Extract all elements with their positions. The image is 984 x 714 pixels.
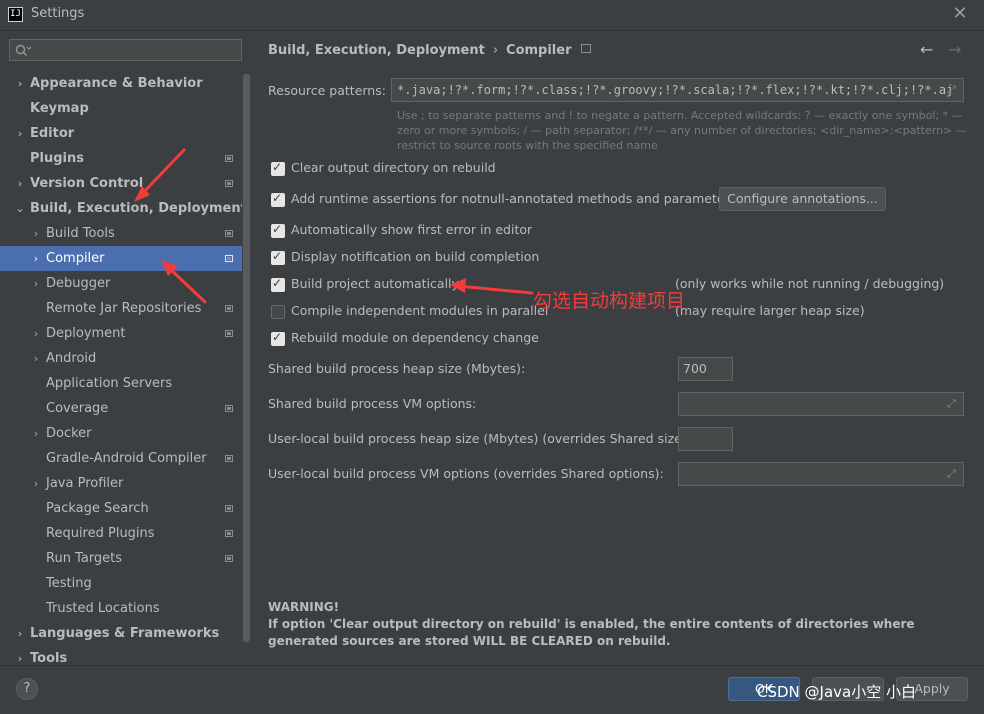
show-first-error-checkbox[interactable]	[271, 222, 285, 238]
compiler-settings-panel: Build, Execution, Deployment › Compiler ← …	[251, 31, 984, 665]
sidebar-item-version-control[interactable]: › Version Control	[0, 171, 242, 196]
rebuild-on-dependency-checkbox[interactable]	[271, 330, 285, 346]
sidebar-item-compiler[interactable]: › Compiler	[0, 246, 242, 271]
chevron-right-icon: ›	[33, 252, 39, 265]
sidebar-item-build-tools[interactable]: › Build Tools	[0, 221, 242, 246]
configure-annotations-button[interactable]: Configure annotations...	[719, 187, 886, 211]
breadcrumb: Build, Execution, Deployment › Compiler	[268, 43, 591, 58]
sidebar-item-debugger[interactable]: › Debugger	[0, 271, 242, 296]
warning-message: WARNING! If option 'Clear output directo…	[268, 599, 958, 650]
window-title: Settings	[31, 6, 85, 21]
compile-parallel-note: (may require larger heap size)	[675, 303, 865, 318]
intellij-app-icon: IJ	[8, 7, 23, 22]
settings-search-input[interactable]	[9, 39, 242, 61]
shared-vm-options-input[interactable]: ⤢	[678, 392, 964, 416]
chevron-right-icon: ›	[33, 327, 39, 340]
chevron-right-icon: ›	[33, 277, 39, 290]
sidebar-item-docker[interactable]: › Docker	[0, 421, 242, 446]
sidebar-item-editor[interactable]: › Editor	[0, 121, 242, 146]
sidebar-item-tools[interactable]: › Tools	[0, 646, 242, 665]
resource-patterns-input[interactable]: *.java;!?*.form;!?*.class;!?*.groovy;!?*…	[391, 78, 964, 102]
resource-patterns-hint: Use ; to separate patterns and ! to nega…	[397, 109, 967, 152]
chevron-right-icon: ›	[33, 427, 39, 440]
shared-heap-label: Shared build process heap size (Mbytes):	[268, 361, 526, 376]
project-settings-icon	[225, 505, 233, 512]
sidebar-item-deployment[interactable]: › Deployment	[0, 321, 242, 346]
sidebar-item-languages-frameworks[interactable]: › Languages & Frameworks	[0, 621, 242, 646]
settings-sidebar: › Appearance & Behavior Keymap › Editor …	[0, 31, 250, 665]
forward-arrow-icon[interactable]: →	[948, 40, 961, 59]
help-button[interactable]: ?	[16, 678, 38, 700]
warning-title: WARNING!	[268, 600, 340, 614]
compile-parallel-checkbox[interactable]	[271, 305, 285, 319]
chevron-right-icon: ›	[17, 127, 23, 140]
project-settings-icon	[225, 255, 233, 262]
build-automatically-note: (only works while not running / debuggin…	[675, 276, 945, 291]
project-settings-icon	[225, 405, 233, 412]
sidebar-item-package-search[interactable]: Package Search	[0, 496, 242, 521]
warning-text: If option 'Clear output directory on reb…	[268, 617, 915, 648]
chevron-right-icon: ›	[33, 477, 39, 490]
chevron-right-icon: ›	[17, 77, 23, 90]
sidebar-item-android[interactable]: › Android	[0, 346, 242, 371]
breadcrumb-parent: Build, Execution, Deployment	[268, 43, 485, 58]
user-local-vm-options-input[interactable]: ⤢	[678, 462, 964, 486]
sidebar-item-required-plugins[interactable]: Required Plugins	[0, 521, 242, 546]
csdn-watermark: CSDN @Java小空 小白	[757, 683, 916, 701]
expand-icon[interactable]: ⤢	[947, 468, 959, 480]
shared-heap-input[interactable]: 700	[678, 357, 733, 381]
annotation-text: 勾选自动构建项目	[533, 290, 686, 312]
user-local-heap-label: User-local build process heap size (Mbyt…	[268, 431, 691, 446]
chevron-right-icon: ›	[17, 627, 23, 640]
title-bar: IJ Settings ✕	[0, 0, 984, 31]
project-settings-icon	[225, 455, 233, 462]
breadcrumb-separator: ›	[492, 43, 499, 58]
user-local-heap-input[interactable]	[678, 427, 733, 451]
project-settings-icon	[580, 44, 591, 53]
search-icon	[15, 44, 31, 56]
project-settings-icon	[225, 305, 233, 312]
sidebar-item-application-servers[interactable]: Application Servers	[0, 371, 242, 396]
sidebar-item-build-execution-deployment[interactable]: ⌄ Build, Execution, Deployment	[0, 196, 246, 221]
dialog-footer: ? OK Apply CSDN @Java小空 小白	[0, 665, 984, 714]
user-local-vm-options-label: User-local build process VM options (ove…	[268, 466, 664, 481]
resource-patterns-label: Resource patterns:	[268, 83, 386, 98]
breadcrumb-current: Compiler	[506, 43, 572, 58]
project-settings-icon	[225, 180, 233, 187]
sidebar-item-appearance-behavior[interactable]: › Appearance & Behavior	[0, 71, 242, 96]
sidebar-item-trusted-locations[interactable]: Trusted Locations	[0, 596, 242, 621]
project-settings-icon	[225, 555, 233, 562]
chevron-right-icon: ›	[33, 227, 39, 240]
sidebar-item-keymap[interactable]: Keymap	[0, 96, 242, 121]
sidebar-item-java-profiler[interactable]: › Java Profiler	[0, 471, 242, 496]
resource-patterns-value: *.java;!?*.form;!?*.class;!?*.groovy;!?*…	[397, 83, 954, 97]
clear-output-checkbox[interactable]	[271, 160, 285, 176]
sidebar-scrollbar-thumb[interactable]	[243, 74, 250, 642]
project-settings-icon	[225, 330, 233, 337]
build-automatically-checkbox[interactable]	[271, 276, 285, 292]
sidebar-item-remote-jar-repositories[interactable]: Remote Jar Repositories	[0, 296, 242, 321]
close-icon[interactable]: ✕	[948, 2, 972, 26]
sidebar-item-testing[interactable]: Testing	[0, 571, 242, 596]
project-settings-icon	[225, 155, 233, 162]
project-settings-icon	[225, 530, 233, 537]
sidebar-item-gradle-android-compiler[interactable]: Gradle-Android Compiler	[0, 446, 242, 471]
chevron-right-icon: ›	[17, 177, 23, 190]
sidebar-item-run-targets[interactable]: Run Targets	[0, 546, 242, 571]
chevron-down-icon: ⌄	[15, 202, 25, 215]
expand-icon[interactable]: ⤢	[947, 398, 959, 410]
display-notification-checkbox[interactable]	[271, 249, 285, 265]
sidebar-item-plugins[interactable]: Plugins	[0, 146, 242, 171]
chevron-right-icon: ›	[33, 352, 39, 365]
back-arrow-icon[interactable]: ←	[920, 40, 933, 59]
shared-vm-options-label: Shared build process VM options:	[268, 396, 477, 411]
runtime-assertions-checkbox[interactable]	[271, 191, 285, 207]
chevron-right-icon: ›	[17, 652, 23, 665]
expand-icon[interactable]: ⤢	[947, 84, 959, 96]
sidebar-item-coverage[interactable]: Coverage	[0, 396, 242, 421]
project-settings-icon	[225, 230, 233, 237]
